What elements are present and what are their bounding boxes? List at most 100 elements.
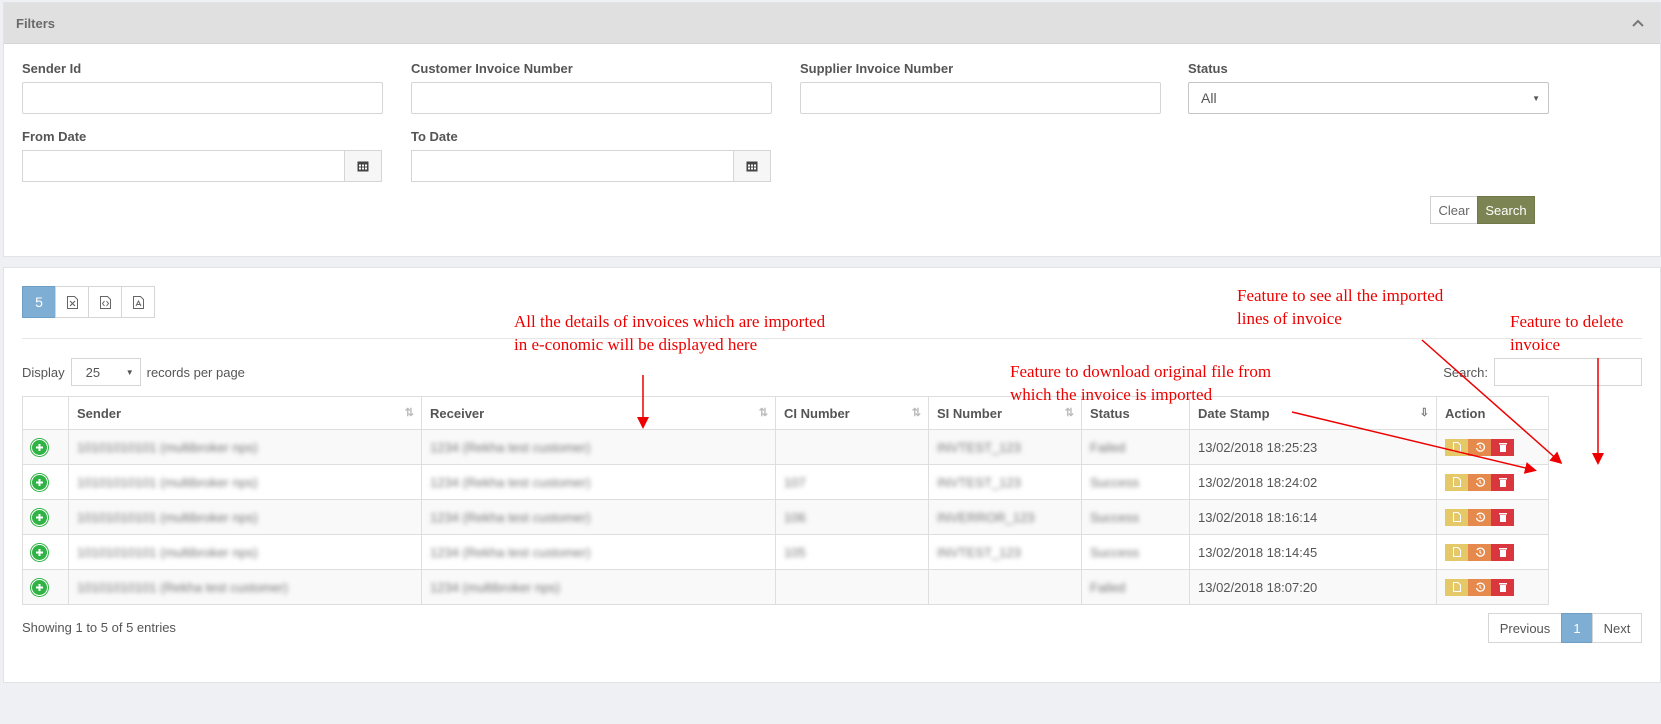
supplier-invoice-label: Supplier Invoice Number — [800, 61, 954, 76]
ci-number-cell: 105 — [784, 544, 806, 560]
filters-title: Filters — [16, 15, 56, 31]
table-info: Showing 1 to 5 of 5 entries — [22, 620, 176, 635]
receiver-cell: 1234 (Rekha test customer) — [430, 509, 591, 525]
calendar-icon[interactable] — [733, 150, 771, 182]
status-cell: Failed — [1090, 439, 1126, 455]
table-row: 10101010101 (multibroker nps) 1234 (Rekh… — [22, 499, 1549, 535]
from-date-input[interactable] — [22, 150, 344, 182]
trash-icon[interactable] — [1491, 473, 1514, 491]
annotation-lines: Feature to see all the imported lines of… — [1237, 286, 1444, 328]
expand-row-icon[interactable] — [31, 473, 48, 491]
sender-cell: 10101010101 (multibroker nps) — [77, 509, 258, 525]
status-cell: Success — [1090, 474, 1140, 490]
records-label: records per page — [146, 364, 245, 380]
filters-header[interactable]: Filters — [4, 3, 1660, 44]
to-date-input[interactable] — [411, 150, 733, 182]
ci-number-column-header[interactable]: CI Number ⇅ — [775, 396, 929, 430]
download-file-icon[interactable] — [1445, 473, 1468, 491]
expand-column-header — [22, 396, 69, 430]
history-icon[interactable] — [1468, 578, 1491, 596]
receiver-cell: 1234 (Rekha test customer) — [430, 474, 591, 490]
row-actions — [1445, 578, 1540, 596]
to-date-group — [411, 150, 771, 182]
history-icon[interactable] — [1468, 438, 1491, 456]
sender-cell: 10101010101 (multibroker nps) — [77, 474, 258, 490]
action-column-header: Action — [1436, 396, 1549, 430]
customer-invoice-input[interactable] — [411, 82, 772, 114]
status-select-value: All — [1201, 90, 1217, 106]
receiver-cell: 1234 (multibroker nps) — [430, 579, 561, 595]
supplier-invoice-input[interactable] — [800, 82, 1161, 114]
date-stamp-cell: 13/02/2018 18:25:23 — [1198, 439, 1318, 455]
trash-icon[interactable] — [1491, 438, 1514, 456]
receiver-cell: 1234 (Rekha test customer) — [430, 439, 591, 455]
table-row: 10101010101 (Rekha test customer) 1234 (… — [22, 569, 1549, 605]
caret-down-icon: ▼ — [125, 367, 134, 377]
expand-row-icon[interactable] — [31, 578, 48, 596]
page-1-button[interactable]: 1 — [1561, 613, 1593, 643]
calendar-icon[interactable] — [344, 150, 382, 182]
toolbar-divider — [22, 338, 1642, 339]
receiver-column-header[interactable]: Receiver ⇅ — [421, 396, 776, 430]
next-page-button[interactable]: Next — [1592, 613, 1642, 643]
table-row: 10101010101 (multibroker nps) 1234 (Rekh… — [22, 464, 1549, 500]
download-file-icon[interactable] — [1445, 438, 1468, 456]
status-label: Status — [1188, 61, 1228, 76]
status-select[interactable]: All ▼ — [1188, 82, 1549, 114]
expand-row-icon[interactable] — [31, 543, 48, 561]
sender-id-input[interactable] — [22, 82, 383, 114]
clear-button[interactable]: Clear — [1430, 196, 1478, 224]
csv-icon[interactable] — [88, 286, 122, 318]
expand-row-icon[interactable] — [31, 508, 48, 526]
count-badge-button[interactable]: 5 — [22, 286, 56, 318]
table-search-input[interactable] — [1494, 358, 1642, 386]
si-number-cell: INVERROR_123 — [937, 509, 1035, 525]
page-length-control: Display 25 ▼ records per page — [22, 358, 245, 386]
excel-icon[interactable] — [55, 286, 89, 318]
sort-icon: ⇅ — [404, 407, 414, 419]
sender-column-header[interactable]: Sender ⇅ — [68, 396, 422, 430]
sender-id-label: Sender Id — [22, 61, 82, 76]
row-actions — [1445, 473, 1540, 491]
expand-row-icon[interactable] — [31, 438, 48, 456]
status-cell: Failed — [1090, 579, 1126, 595]
download-file-icon[interactable] — [1445, 543, 1468, 561]
annotation-download: Feature to download original file from w… — [1010, 362, 1272, 404]
previous-page-button[interactable]: Previous — [1488, 613, 1562, 643]
sender-cell: 10101010101 (Rekha test customer) — [77, 579, 289, 595]
trash-icon[interactable] — [1491, 578, 1514, 596]
trash-icon[interactable] — [1491, 543, 1514, 561]
date-stamp-cell: 13/02/2018 18:24:02 — [1198, 474, 1318, 490]
customer-invoice-label: Customer Invoice Number — [411, 61, 573, 76]
table-header-row: Sender ⇅ Receiver ⇅ CI Number ⇅ SI Number ⇅ … — [22, 396, 1549, 430]
display-label: Display — [22, 364, 65, 380]
download-file-icon[interactable] — [1445, 508, 1468, 526]
filters-panel: Filters Sender Id Customer Invoice Numbe… — [3, 2, 1661, 257]
pdf-icon[interactable] — [121, 286, 155, 318]
date-stamp-cell: 13/02/2018 18:14:45 — [1198, 544, 1318, 560]
search-button[interactable]: Search — [1477, 196, 1535, 224]
history-icon[interactable] — [1468, 543, 1491, 561]
page-size-value: 25 — [85, 364, 101, 380]
caret-down-icon: ▼ — [1532, 93, 1540, 103]
invoice-table: Sender ⇅ Receiver ⇅ CI Number ⇅ SI Number ⇅ … — [22, 396, 1549, 605]
page-size-select[interactable]: 25 ▼ — [70, 358, 141, 386]
sort-desc-icon: ⇩ — [1419, 407, 1429, 419]
annotation-details: All the details of invoices which are im… — [514, 312, 826, 354]
history-icon[interactable] — [1468, 473, 1491, 491]
pagination: Previous 1 Next — [1488, 613, 1642, 643]
history-icon[interactable] — [1468, 508, 1491, 526]
row-actions — [1445, 543, 1540, 561]
sort-icon: ⇅ — [1064, 407, 1074, 419]
table-search-label: Search: — [1443, 364, 1488, 380]
status-cell: Success — [1090, 509, 1140, 525]
chevron-up-icon[interactable] — [1628, 13, 1648, 33]
download-file-icon[interactable] — [1445, 578, 1468, 596]
trash-icon[interactable] — [1491, 508, 1514, 526]
sort-icon: ⇅ — [911, 407, 921, 419]
date-stamp-cell: 13/02/2018 18:07:20 — [1198, 579, 1318, 595]
date-stamp-cell: 13/02/2018 18:16:14 — [1198, 509, 1318, 525]
from-date-label: From Date — [22, 129, 87, 144]
sender-cell: 10101010101 (multibroker nps) — [77, 544, 258, 560]
row-actions — [1445, 508, 1540, 526]
